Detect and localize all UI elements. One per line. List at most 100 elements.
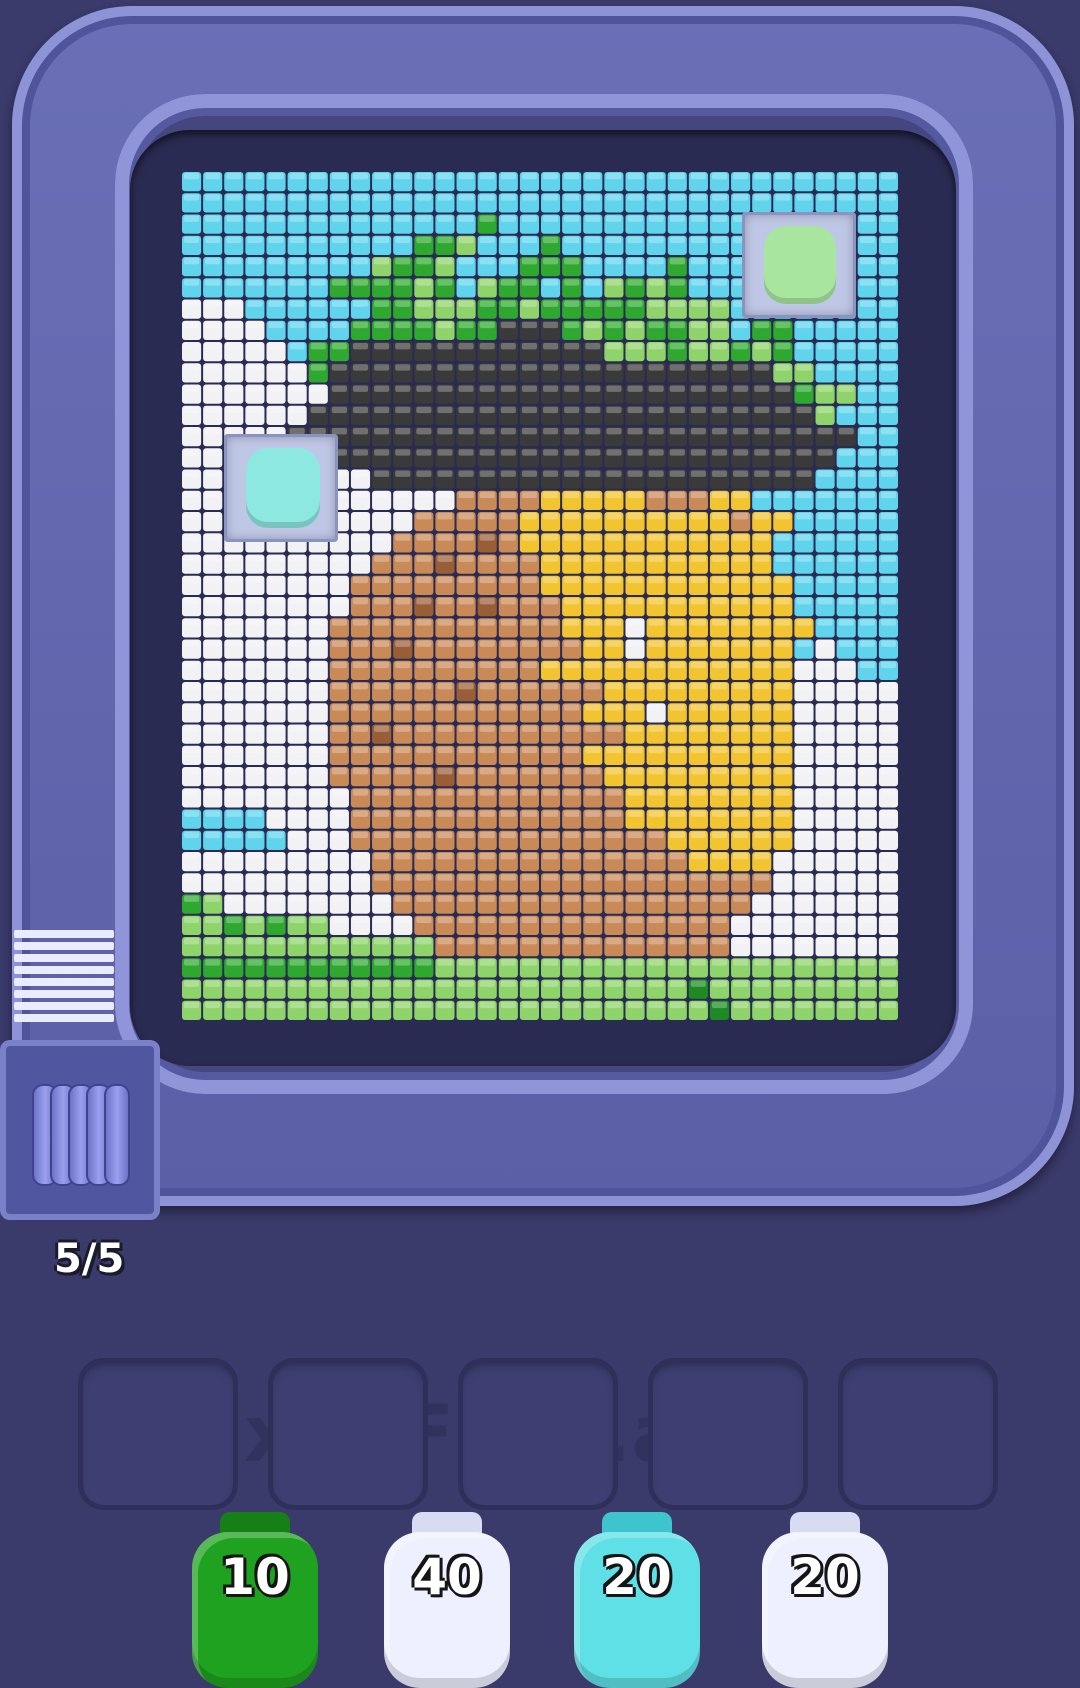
pixel-highlight — [711, 980, 728, 987]
pixel-highlight — [627, 831, 643, 839]
board-pig-cyan-icon — [246, 448, 320, 528]
pixel-highlight — [437, 406, 453, 414]
waiting-slot-3[interactable] — [458, 1358, 618, 1510]
pixel-highlight — [416, 513, 432, 520]
pixel-highlight — [184, 364, 200, 371]
board-pig-slot-right[interactable] — [742, 212, 856, 318]
pixel-highlight — [268, 364, 284, 371]
pixel-highlight — [395, 916, 411, 924]
pixel-highlight — [648, 258, 664, 265]
pixel-highlight — [289, 215, 305, 222]
pixel-highlight — [268, 173, 284, 180]
pixel-highlight — [310, 258, 326, 265]
waiting-slot-5[interactable] — [838, 1358, 998, 1510]
pixel-highlight — [838, 810, 854, 817]
pixel-highlight — [838, 916, 854, 924]
pixel-highlight — [247, 768, 263, 775]
pixel-highlight — [796, 619, 812, 626]
pixel-highlight — [268, 300, 284, 307]
pig-shooter-green[interactable]: 10 — [192, 1512, 318, 1688]
pixel-highlight — [754, 725, 770, 732]
pixel-highlight — [416, 725, 432, 732]
pixel-highlight — [796, 555, 812, 562]
pixel-highlight — [352, 916, 369, 924]
pixel-highlight — [796, 470, 812, 477]
pixel-highlight — [268, 576, 284, 584]
board-pig-slot-left[interactable] — [224, 434, 338, 542]
pixel-highlight — [395, 215, 411, 222]
pixel-highlight — [352, 789, 369, 796]
pixel-highlight — [395, 279, 411, 286]
pixel-highlight — [648, 853, 664, 860]
pixel-highlight — [627, 279, 643, 286]
pixel-highlight — [627, 470, 643, 477]
pixel-highlight — [627, 959, 643, 966]
pixel-highlight — [564, 810, 580, 817]
pixel-highlight — [775, 895, 791, 902]
pixel-highlight — [395, 704, 411, 711]
pixel-highlight — [352, 938, 369, 945]
pixel-highlight — [669, 321, 685, 329]
pixel-highlight — [564, 725, 580, 732]
pixel-highlight — [733, 810, 749, 817]
pixel-highlight — [817, 1001, 833, 1009]
pixel-highlight — [458, 343, 474, 350]
pixel-highlight — [458, 789, 474, 796]
pixel-highlight — [817, 831, 833, 839]
waiting-slot-4[interactable] — [648, 1358, 808, 1510]
pixel-highlight — [416, 938, 432, 945]
pixel-highlight — [352, 853, 369, 860]
pixel-highlight — [606, 491, 622, 499]
pixel-highlight — [880, 173, 896, 180]
pixel-highlight — [437, 215, 453, 222]
pixel-highlight — [754, 513, 770, 520]
pixel-highlight — [564, 895, 580, 902]
pixel-highlight — [184, 831, 200, 839]
waiting-slot-2[interactable] — [268, 1358, 428, 1510]
pixel-highlight — [648, 321, 664, 329]
pixel-highlight — [838, 534, 854, 541]
pixel-highlight — [585, 768, 601, 775]
pig-shooter-cyan[interactable]: 20 — [574, 1512, 700, 1688]
pixel-highlight — [669, 810, 685, 817]
pixel-highlight — [775, 576, 791, 584]
pixel-highlight — [880, 683, 896, 690]
pixel-highlight — [205, 853, 221, 860]
pixel-highlight — [395, 576, 411, 584]
pixel-highlight — [690, 661, 706, 669]
pixel-highlight — [817, 173, 833, 180]
pixel-highlight — [564, 215, 580, 222]
pixel-highlight — [585, 321, 601, 329]
pixel-highlight — [500, 661, 516, 669]
pixel-highlight — [479, 215, 495, 222]
pixel-highlight — [690, 831, 706, 839]
pixel-highlight — [437, 364, 453, 371]
pixel-highlight — [437, 300, 453, 307]
pixel-highlight — [268, 959, 284, 966]
pixel-highlight — [775, 704, 791, 711]
pixel-highlight — [521, 279, 537, 286]
pixel-highlight — [669, 831, 685, 839]
pixel-highlight — [458, 300, 474, 307]
pig-shooter-white-2[interactable]: 20 — [762, 1512, 888, 1688]
pixel-highlight — [648, 916, 664, 924]
pixel-highlight — [669, 236, 685, 244]
pixel-highlight — [226, 831, 242, 839]
pixel-highlight — [395, 810, 411, 817]
pixel-highlight — [184, 916, 200, 924]
pixel-highlight — [543, 173, 559, 180]
pixel-highlight — [585, 215, 601, 222]
pixel-highlight — [543, 789, 559, 796]
pixel-highlight — [479, 1001, 495, 1009]
pixel-highlight — [859, 343, 875, 350]
pixel-highlight — [775, 1001, 791, 1009]
waiting-slot-1[interactable] — [78, 1358, 238, 1510]
pig-shooter-white[interactable]: 40 — [384, 1512, 510, 1688]
pixel-highlight — [331, 725, 347, 732]
pixel-highlight — [352, 980, 369, 987]
pixel-highlight — [310, 619, 326, 626]
pixel-highlight — [859, 300, 875, 307]
pixel-highlight — [500, 619, 516, 626]
pixel-highlight — [648, 1001, 664, 1009]
pixel-highlight — [648, 343, 664, 350]
